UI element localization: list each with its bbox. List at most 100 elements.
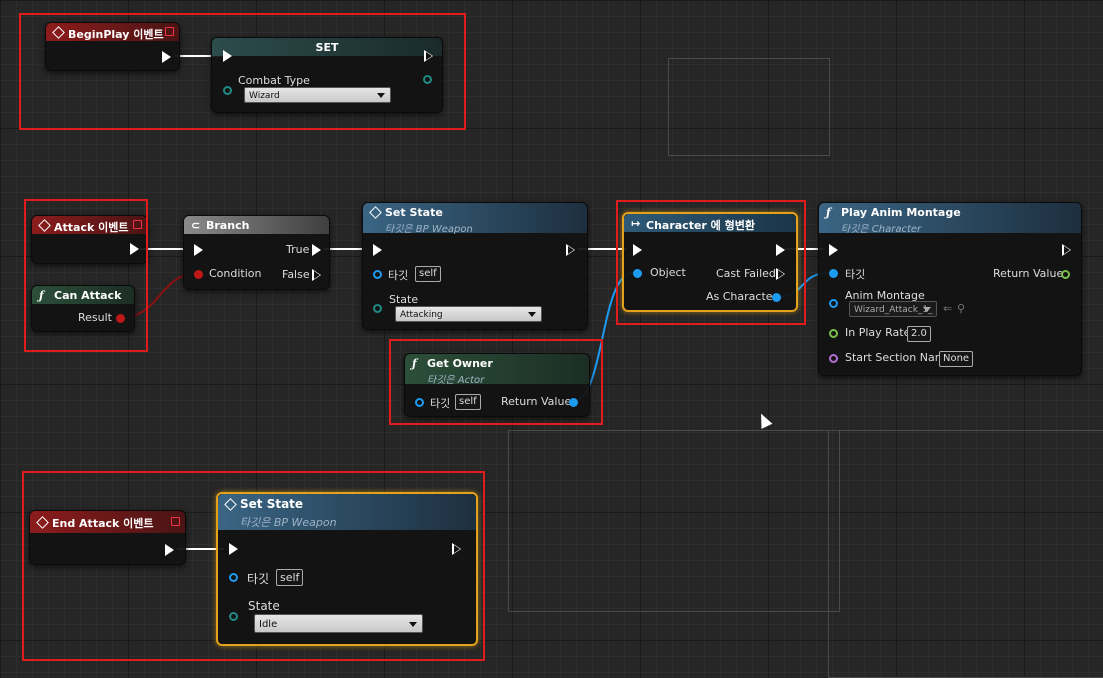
- anim-montage-dropdown[interactable]: Wizard_Attack_1_: [849, 301, 937, 317]
- object-in-pin[interactable]: [633, 269, 642, 278]
- use-selected-icon[interactable]: ⇐: [943, 302, 952, 315]
- node-header: ƒ Get Owner 타깃은 Actor: [405, 354, 589, 386]
- state-value: Attacking: [400, 310, 443, 320]
- node-title: SET: [315, 41, 339, 54]
- combat-type-label: Combat Type: [238, 74, 310, 87]
- in-play-rate-in-pin[interactable]: [829, 329, 838, 338]
- target-in-pin[interactable]: [373, 270, 382, 279]
- node-header: ⊂ Branch: [184, 216, 329, 234]
- exec-out-pin[interactable]: [162, 51, 171, 63]
- return-value-out-pin[interactable]: [1061, 270, 1070, 279]
- anim-montage-in-pin[interactable]: [829, 299, 838, 308]
- false-exec-pin[interactable]: [312, 269, 321, 281]
- exec-out-pin[interactable]: [424, 50, 433, 62]
- node-title: Character 에 형변환: [646, 219, 755, 232]
- combat-type-in-pin[interactable]: [223, 86, 232, 95]
- node-subtitle: 타깃은 BP Weapon: [385, 224, 473, 235]
- target-in-pin[interactable]: [229, 573, 238, 582]
- get-owner-node[interactable]: ƒ Get Owner 타깃은 Actor 타깃 self Return Val…: [404, 353, 590, 417]
- function-icon: ƒ: [412, 357, 417, 370]
- node-header: SET: [212, 38, 442, 56]
- combat-type-dropdown[interactable]: Wizard: [244, 87, 391, 103]
- node-header: ƒ Play Anim Montage 타깃은 Character: [819, 203, 1081, 235]
- exec-in-pin[interactable]: [194, 244, 203, 256]
- can-attack-node[interactable]: ƒ Can Attack Result: [31, 285, 135, 332]
- attack-event-node[interactable]: Attack 이벤트: [31, 215, 148, 264]
- set-combat-type-node[interactable]: SET Combat Type Wizard: [211, 37, 443, 113]
- delegate-pin-icon[interactable]: [165, 27, 174, 36]
- node-title: Can Attack: [54, 289, 122, 302]
- cast-icon: ↦: [631, 217, 641, 230]
- exec-in-pin[interactable]: [223, 50, 232, 62]
- return-value-label: Return Value: [501, 395, 572, 408]
- exec-out-pin[interactable]: [776, 244, 785, 256]
- exec-in-pin[interactable]: [829, 244, 838, 256]
- object-label: Object: [650, 266, 686, 279]
- node-title: BeginPlay 이벤트: [68, 28, 164, 41]
- exec-out-pin[interactable]: [130, 243, 139, 255]
- node-title: Play Anim Montage: [841, 206, 961, 219]
- result-out-pin[interactable]: [116, 314, 125, 323]
- play-anim-montage-node[interactable]: ƒ Play Anim Montage 타깃은 Character 타깃 Ret…: [818, 202, 1082, 376]
- exec-out-pin[interactable]: [1062, 244, 1071, 256]
- target-field[interactable]: self: [455, 394, 481, 410]
- target-field[interactable]: self: [415, 266, 441, 282]
- start-section-label: Start Section Name: [845, 351, 953, 364]
- beginplay-event-node[interactable]: BeginPlay 이벤트: [45, 22, 180, 71]
- return-value-out-pin[interactable]: [569, 398, 578, 407]
- node-subtitle: 타깃은 Actor: [427, 375, 485, 386]
- exec-in-pin[interactable]: [373, 244, 382, 256]
- branch-icon: ⊂: [191, 219, 201, 232]
- node-title: Get Owner: [427, 357, 493, 370]
- in-play-rate-field[interactable]: 2.0: [907, 326, 931, 342]
- start-section-in-pin[interactable]: [829, 354, 838, 363]
- mouse-cursor-icon: [755, 411, 773, 429]
- cast-to-character-node[interactable]: ↦ Character 에 형변환 Object Cast Failed As …: [622, 212, 798, 312]
- set-state-idle-node[interactable]: Set State 타깃은 BP Weapon 타깃 self State Id…: [216, 492, 478, 646]
- result-label: Result: [78, 311, 112, 324]
- node-header: Set State 타깃은 BP Weapon: [363, 203, 587, 235]
- branch-node[interactable]: ⊂ Branch True Condition False: [183, 215, 330, 290]
- cast-failed-exec-pin[interactable]: [776, 268, 785, 280]
- chevron-down-icon: [409, 622, 417, 627]
- state-in-pin[interactable]: [229, 612, 238, 621]
- exec-out-pin[interactable]: [452, 543, 461, 555]
- exec-out-pin[interactable]: [566, 244, 575, 256]
- event-icon: [38, 219, 51, 232]
- delegate-pin-icon[interactable]: [133, 220, 142, 229]
- event-icon: [36, 516, 49, 529]
- target-field[interactable]: self: [276, 569, 304, 586]
- exec-in-pin[interactable]: [633, 244, 642, 256]
- condition-in-pin[interactable]: [194, 270, 203, 279]
- node-subtitle: 타깃은 BP Weapon: [240, 516, 337, 529]
- as-character-label: As Character: [706, 290, 778, 303]
- combat-type-out-pin[interactable]: [423, 75, 432, 84]
- exec-out-pin[interactable]: [165, 544, 174, 556]
- return-value-label: Return Value: [993, 267, 1064, 280]
- anim-montage-value: Wizard_Attack_1_: [854, 305, 933, 315]
- browse-search-icon[interactable]: ⚲: [957, 302, 965, 315]
- state-dropdown[interactable]: Idle: [254, 614, 423, 633]
- as-character-out-pin[interactable]: [772, 293, 781, 302]
- state-dropdown[interactable]: Attacking: [395, 306, 542, 322]
- true-label: True: [286, 243, 310, 256]
- target-label: 타깃: [845, 268, 866, 281]
- target-in-pin[interactable]: [415, 398, 424, 407]
- state-in-pin[interactable]: [373, 304, 382, 313]
- start-section-field[interactable]: None: [939, 351, 974, 367]
- node-header: Attack 이벤트: [32, 216, 147, 234]
- node-title: Branch: [206, 219, 250, 232]
- state-label: State: [389, 293, 419, 306]
- node-title: Set State: [385, 206, 443, 219]
- chevron-down-icon: [923, 307, 931, 312]
- true-exec-pin[interactable]: [312, 244, 321, 256]
- node-header: ƒ Can Attack: [32, 286, 134, 304]
- exec-in-pin[interactable]: [229, 543, 238, 555]
- node-title: End Attack 이벤트: [52, 517, 154, 530]
- end-attack-event-node[interactable]: End Attack 이벤트: [29, 510, 186, 565]
- set-state-attacking-node[interactable]: Set State 타깃은 BP Weapon 타깃 self State At…: [362, 202, 588, 330]
- node-header: End Attack 이벤트: [30, 511, 185, 533]
- node-subtitle: 타깃은 Character: [841, 224, 922, 235]
- target-in-pin[interactable]: [829, 269, 838, 278]
- delegate-pin-icon[interactable]: [171, 517, 180, 526]
